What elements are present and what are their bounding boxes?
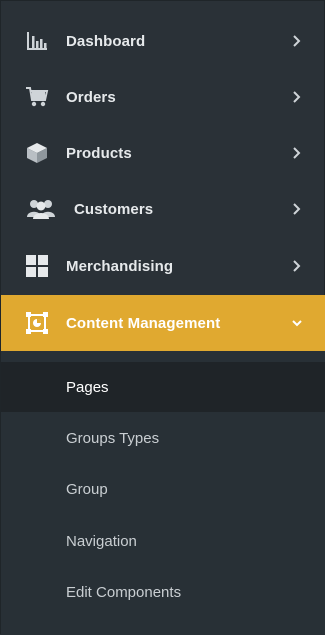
submenu-item-navigation[interactable]: Navigation [1,516,325,566]
sidebar-item-merchandising[interactable]: Merchandising [1,238,325,294]
chevron-right-icon [289,201,305,217]
bar-chart-icon [25,29,49,53]
submenu-item-label: Pages [66,378,109,396]
chevron-right-icon [289,145,305,161]
sidebar-item-dashboard[interactable]: Dashboard [1,13,325,69]
sidebar-item-content-management[interactable]: Content Management [1,295,325,351]
submenu-item-label: Navigation [66,532,137,550]
sidebar-item-label: Dashboard [66,32,146,50]
sidebar-item-label: Customers [74,200,154,218]
cart-icon [25,85,49,109]
sidebar-item-products[interactable]: Products [1,125,325,181]
sidebar-item-customers[interactable]: Customers [1,181,325,237]
sidebar-item-label: Orders [66,88,116,106]
submenu-item-label: Group [66,480,108,498]
grid-icon [25,254,49,278]
submenu-item-label: Edit Components [66,583,182,601]
sidebar-item-label: Content Management [66,314,221,332]
sidebar-nav: Dashboard Orders Products Customers Merc… [0,0,325,635]
submenu-item-edit-components[interactable]: Edit Components [1,567,325,617]
content-frame-icon [25,311,49,335]
chevron-right-icon [289,33,305,49]
box-icon [25,141,49,165]
chevron-right-icon [289,258,305,274]
submenu-item-pages[interactable]: Pages [1,362,325,412]
sidebar-item-label: Merchandising [66,257,174,275]
chevron-down-icon [289,315,305,331]
submenu-item-groups-types[interactable]: Groups Types [1,413,325,463]
sidebar-item-orders[interactable]: Orders [1,69,325,125]
sidebar-item-label: Products [66,144,132,162]
chevron-right-icon [289,89,305,105]
submenu-item-label: Groups Types [66,429,160,447]
users-icon [25,197,57,221]
submenu-item-group[interactable]: Group [1,464,325,514]
